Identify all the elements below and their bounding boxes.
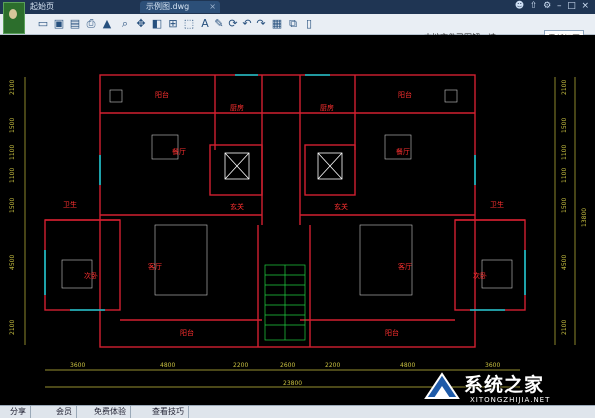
user-icon[interactable]: ☻ [515, 1, 524, 11]
dim-right-3: 1100 [561, 145, 568, 160]
save-icon[interactable]: ▣ [52, 17, 66, 31]
dim-right-7: 2100 [561, 320, 568, 335]
room-label-balcony-nw: 阳台 [155, 90, 169, 99]
room-label-balcony-ne: 阳台 [398, 90, 412, 99]
watermark-brand: 系统之家 [464, 374, 545, 396]
dim-left-7: 2100 [9, 320, 16, 335]
zoom-icon[interactable]: ⌕ [118, 17, 132, 31]
dim-bottom-1: 3600 [70, 362, 85, 369]
room-label-balcony-sw: 阳台 [180, 328, 194, 337]
dim-right-1: 2100 [561, 80, 568, 95]
dim-bottom-2: 4800 [160, 362, 175, 369]
book-icon[interactable]: ▯ [302, 17, 316, 31]
drawing-canvas[interactable]: 2100 1500 1100 1100 1500 4500 2100 2100 … [0, 35, 595, 405]
room-label-living-w: 客厅 [148, 262, 162, 271]
status-tab-member[interactable]: 会员 [52, 406, 77, 418]
grid-icon[interactable]: ▦ [270, 17, 284, 31]
app-logo-avatar [3, 2, 25, 34]
redo-icon[interactable]: ↷ [254, 17, 268, 31]
stairwell [264, 264, 306, 341]
share-icon[interactable]: ⇧ [530, 1, 538, 11]
settings-icon[interactable]: ⚙ [543, 1, 551, 11]
close-tab-icon[interactable]: × [209, 1, 216, 13]
dim-left-4: 1100 [9, 168, 16, 183]
dim-right-4: 1100 [561, 168, 568, 183]
room-label-bedroom-e: 次卧 [473, 271, 487, 280]
dim-left-1: 2100 [9, 80, 16, 95]
dim-left-2: 1500 [9, 118, 16, 133]
dim-right-total: 13800 [581, 208, 588, 227]
elevator-shafts [224, 152, 343, 180]
room-label-kitchen-w: 厨房 [230, 103, 244, 112]
window-controls: ☻ ⇧ ⚙ – □ × [515, 1, 589, 11]
room-label-toilet-w: 卫生 [63, 200, 77, 209]
tab-file-label: 示例图.dwg [146, 2, 190, 11]
status-tab-tips[interactable]: 查看技巧 [148, 406, 189, 418]
status-tab-share[interactable]: 分享 [6, 406, 31, 418]
maximize-icon[interactable]: □ [567, 1, 576, 11]
tab-home-label: 起始页 [30, 2, 54, 11]
watermark-logo-icon [424, 372, 460, 399]
room-label-dining-e: 餐厅 [396, 147, 410, 156]
watermark: 系统之家 XITONGZHIJIA.NET [422, 368, 592, 408]
dimension-labels: 2100 1500 1100 1100 1500 4500 2100 2100 … [9, 80, 588, 387]
dim-left-6: 4500 [9, 255, 16, 270]
dim-bottom-5: 2200 [325, 362, 340, 369]
toolbar: ▭ ▣ ▤ ⎙ ▲ ⌕ ✥ ◧ ⊞ ⬚ A ✎ ⟳ ↶ ↷ ▦ ⧉ ▯ 本地文件… [0, 14, 595, 47]
lock-icon[interactable]: ▲ [100, 17, 114, 31]
room-label-balcony-se: 阳台 [385, 328, 399, 337]
print-icon[interactable]: ⎙ [84, 17, 98, 31]
close-icon[interactable]: × [581, 1, 589, 11]
dim-bottom-total: 23800 [283, 380, 302, 387]
room-label-kitchen-e: 厨房 [320, 103, 334, 112]
dim-right-2: 1500 [561, 118, 568, 133]
dim-bottom-4: 2600 [280, 362, 295, 369]
text-icon[interactable]: A [198, 17, 212, 31]
room-label-toilet-e: 卫生 [490, 200, 504, 209]
room-label-living-e: 客厅 [398, 262, 412, 271]
room-label-bedroom-w: 次卧 [84, 271, 98, 280]
dim-left-3: 1100 [9, 145, 16, 160]
status-tab-trial[interactable]: 免费体验 [90, 406, 131, 418]
compare-icon[interactable]: ⧉ [286, 17, 300, 31]
dim-right-6: 4500 [561, 255, 568, 270]
tab-file[interactable]: 示例图.dwg × [140, 1, 220, 13]
area-icon[interactable]: ⬚ [182, 17, 196, 31]
floor-plan: 2100 1500 1100 1100 1500 4500 2100 2100 … [9, 74, 588, 388]
dim-bottom-3: 2200 [233, 362, 248, 369]
open-folder-icon[interactable]: ▭ [36, 17, 50, 31]
undo-icon[interactable]: ↶ [240, 17, 254, 31]
room-label-foyer-e: 玄关 [334, 202, 348, 211]
title-bar: 起始页 示例图.dwg × ☻ ⇧ ⚙ – □ × [0, 0, 595, 14]
minimize-icon[interactable]: – [557, 1, 562, 11]
dim-right-5: 1500 [561, 198, 568, 213]
tab-home[interactable]: 起始页 [24, 1, 94, 13]
dim-bottom-6: 4800 [400, 362, 415, 369]
furniture [61, 89, 513, 296]
room-label-foyer-w: 玄关 [230, 202, 244, 211]
room-label-dining-w: 餐厅 [172, 147, 186, 156]
pan-icon[interactable]: ✥ [134, 17, 148, 31]
rotate-icon[interactable]: ⟳ [226, 17, 240, 31]
layers-icon[interactable]: ◧ [150, 17, 164, 31]
dim-left-5: 1500 [9, 198, 16, 213]
watermark-url: XITONGZHIJIA.NET [470, 396, 551, 404]
room-labels: 阳台 阳台 厨房 厨房 餐厅 餐厅 玄关 玄关 次卧 次卧 客厅 客厅 阳台 阳… [63, 90, 504, 337]
measure-icon[interactable]: ⊞ [166, 17, 180, 31]
pencil-icon[interactable]: ✎ [212, 17, 226, 31]
save-as-icon[interactable]: ▤ [68, 17, 82, 31]
